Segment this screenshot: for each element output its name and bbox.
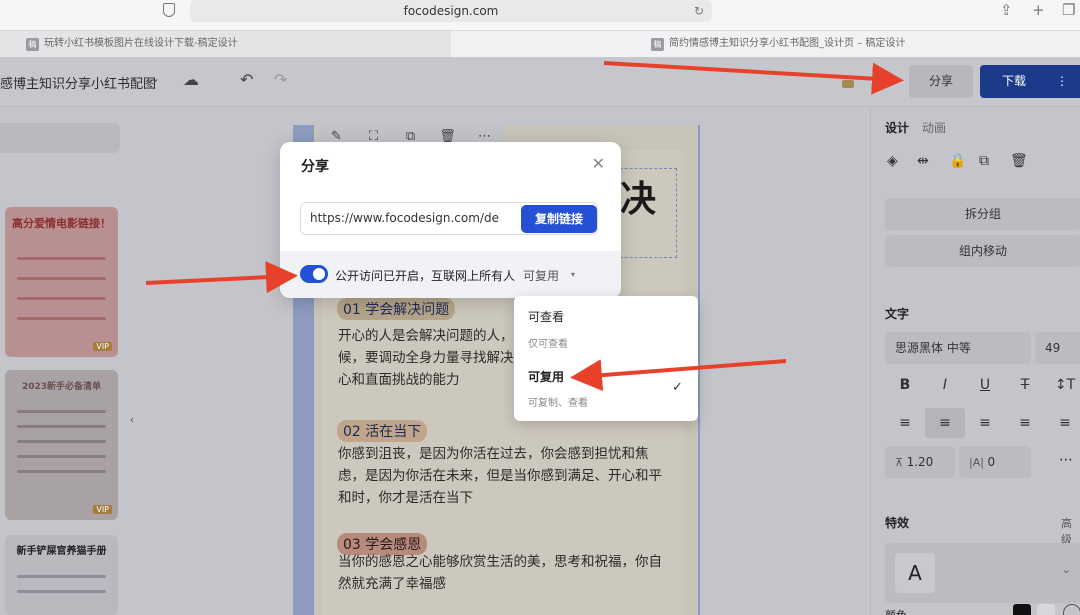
font-family-select[interactable]: 思源黑体 中等 bbox=[885, 332, 1031, 364]
option-description: 可复制、查看 bbox=[528, 398, 588, 409]
tab-overview-icon[interactable]: ❐ bbox=[1062, 1, 1075, 19]
new-tab-icon[interactable]: + bbox=[1032, 1, 1045, 19]
underline-icon[interactable]: U bbox=[965, 370, 1005, 400]
line-height-value: 1.20 bbox=[906, 455, 934, 469]
browser-tab-1[interactable]: 稿 玩转小红书模板图片在线设计下载-稿定设计 bbox=[0, 31, 450, 57]
section-heading[interactable]: 02 活在当下 bbox=[337, 420, 428, 442]
align-center-icon[interactable]: ≡ bbox=[925, 408, 965, 438]
align-left-icon[interactable]: ≡ bbox=[885, 408, 925, 438]
browser-toolbar: focodesign.com ↻ ⇪ + ❐ bbox=[0, 0, 1080, 30]
color-swatch-black[interactable] bbox=[1013, 604, 1031, 615]
dialog-footer: 公开访问已开启，互联网上所有人 可复用 ▾ bbox=[280, 251, 621, 298]
template-thumbnail[interactable]: 高分爱情电影链接！ VIP bbox=[5, 207, 118, 357]
color-picker-icon[interactable] bbox=[1063, 604, 1080, 615]
justify-icon[interactable]: ≡ bbox=[1005, 408, 1045, 438]
alignment-row: ≡ ≡ ≡ ≡ ≡ bbox=[885, 408, 1080, 438]
dialog-title: 分享 bbox=[301, 159, 329, 175]
share-dialog: 分享 ✕ https://www.focodesign.com/de 复制链接 … bbox=[280, 142, 621, 298]
flip-icon[interactable]: ⇹ bbox=[917, 153, 929, 169]
status-tag bbox=[842, 80, 854, 88]
italic-icon[interactable]: I bbox=[925, 370, 965, 400]
justify-all-icon[interactable]: ≡ bbox=[1045, 408, 1080, 438]
permission-select[interactable]: 可复用 bbox=[523, 267, 559, 284]
letter-spacing-input[interactable]: |A| 0 bbox=[959, 446, 1031, 478]
vertical-text-icon[interactable]: ↕T bbox=[1045, 370, 1080, 400]
caret-down-icon[interactable]: ▾ bbox=[571, 270, 575, 279]
color-section-label: 颜色 bbox=[885, 607, 907, 615]
template-panel: 高分爱情电影链接！ VIP 2023新手必备清单 VIP 新手铲屎官养猫手册 bbox=[0, 107, 135, 615]
chevron-down-icon[interactable]: ⌄ bbox=[1062, 563, 1071, 576]
template-thumbnail[interactable]: 2023新手必备清单 VIP bbox=[5, 370, 118, 520]
thumbnail-title: 新手铲屎官养猫手册 bbox=[16, 546, 107, 557]
share-browser-icon[interactable]: ⇪ bbox=[1000, 1, 1013, 19]
tab-animation[interactable]: 动画 bbox=[922, 119, 946, 136]
option-label: 可查看 bbox=[528, 310, 565, 324]
download-button[interactable]: 下载 ⋮ bbox=[980, 65, 1080, 98]
text-section-label: 文字 bbox=[885, 307, 910, 321]
address-bar[interactable]: focodesign.com bbox=[190, 0, 712, 22]
text-style-row: B I U T ↕T bbox=[885, 370, 1080, 400]
browser-tab-label: 玩转小红书模板图片在线设计下载-稿定设计 bbox=[44, 38, 238, 49]
lock-icon[interactable]: 🔒 bbox=[949, 153, 966, 169]
copy-link-button[interactable]: 复制链接 bbox=[521, 205, 597, 233]
section-body[interactable]: 你感到沮丧，是因为你活在过去，你会感到担忧和焦虑，是因为你活在未来，但是当你感到… bbox=[338, 443, 663, 509]
effects-section-label: 特效 bbox=[885, 516, 910, 530]
search-input[interactable] bbox=[0, 123, 120, 153]
move-in-group-button[interactable]: 组内移动 bbox=[885, 235, 1080, 267]
copy-icon[interactable]: ⧉ bbox=[979, 153, 989, 169]
toggle-knob bbox=[313, 268, 325, 280]
vip-badge: VIP bbox=[93, 342, 112, 351]
color-swatch-white[interactable] bbox=[1037, 604, 1055, 615]
checkmark-icon: ✓ bbox=[672, 380, 683, 395]
thumbnail-title: 高分爱情电影链接！ bbox=[12, 217, 111, 230]
letter-spacing-icon: |A| bbox=[969, 456, 988, 469]
tab-design[interactable]: 设计 bbox=[885, 119, 909, 136]
option-description: 仅可查看 bbox=[528, 339, 568, 350]
ungroup-button[interactable]: 拆分组 bbox=[885, 198, 1080, 230]
line-height-input[interactable]: ⊼ 1.20 bbox=[885, 446, 955, 478]
more-text-options-icon[interactable]: ⋯ bbox=[1059, 452, 1073, 468]
browser-tab-2[interactable]: 稿 简约情感博主知识分享小红书配图_设计页 – 稿定设计 bbox=[451, 31, 1080, 57]
chevron-down-icon[interactable]: ⌄ bbox=[150, 71, 160, 85]
share-button[interactable]: 分享 bbox=[909, 65, 973, 98]
effect-preview: A bbox=[895, 553, 935, 593]
public-access-toggle[interactable] bbox=[300, 265, 328, 283]
redo-icon[interactable]: ↷ bbox=[274, 70, 287, 89]
headline-text[interactable]: 决 bbox=[620, 170, 656, 222]
option-label: 可复用 bbox=[528, 370, 565, 384]
tab-favicon: 稿 bbox=[651, 37, 664, 51]
thumbnail-title: 2023新手必备清单 bbox=[21, 382, 102, 392]
section-body[interactable]: 开心的人是会解决问题的人，候，要调动全身力量寻找解决心和直面挑战的能力 bbox=[338, 325, 520, 391]
strikethrough-icon[interactable]: T bbox=[1005, 370, 1045, 400]
close-icon[interactable]: ✕ bbox=[592, 154, 605, 173]
download-label: 下载 bbox=[1002, 74, 1027, 88]
font-size-input[interactable]: 49 bbox=[1035, 332, 1080, 364]
privacy-shield-icon[interactable] bbox=[163, 3, 175, 17]
browser-tab-label: 简约情感博主知识分享小红书配图_设计页 – 稿定设计 bbox=[669, 38, 906, 49]
cloud-sync-icon[interactable]: ☁ bbox=[183, 70, 199, 89]
section-heading[interactable]: 01 学会解决问题 bbox=[337, 298, 456, 320]
permission-dropdown: 可查看 仅可查看 可复用 可复制、查看 ✓ bbox=[514, 296, 698, 421]
effect-preset[interactable]: A ⌄ bbox=[885, 543, 1080, 603]
bold-icon[interactable]: B bbox=[885, 370, 925, 400]
align-right-icon[interactable]: ≡ bbox=[965, 408, 1005, 438]
public-access-label: 公开访问已开启，互联网上所有人 bbox=[335, 269, 516, 283]
line-height-icon: ⊼ bbox=[895, 456, 907, 469]
tab-favicon: 稿 bbox=[26, 37, 39, 51]
browser-tabs: 稿 玩转小红书模板图片在线设计下载-稿定设计 稿 简约情感博主知识分享小红书配图… bbox=[0, 30, 1080, 57]
template-thumbnail[interactable]: 新手铲屎官养猫手册 bbox=[5, 535, 118, 615]
more-options-icon[interactable]: ⋮ bbox=[1056, 65, 1068, 98]
properties-panel: 设计 动画 ◈ ⇹ 🔒 ⧉ 🗑 拆分组 组内移动 文字 思源黑体 中等 49 B… bbox=[870, 107, 1080, 615]
letter-spacing-value: 0 bbox=[987, 455, 996, 469]
trash-icon[interactable]: 🗑 bbox=[1010, 153, 1028, 169]
section-body[interactable]: 当你的感恩之心能够欣赏生活的美，思考和祝福，你自然就充满了幸福感 bbox=[338, 551, 663, 595]
layers-icon[interactable]: ◈ bbox=[887, 153, 898, 169]
undo-icon[interactable]: ↶ bbox=[240, 70, 253, 89]
document-title[interactable]: 感博主知识分享小红书配图 bbox=[0, 73, 156, 92]
vip-badge: VIP bbox=[93, 505, 112, 514]
reload-icon[interactable]: ↻ bbox=[694, 4, 704, 18]
